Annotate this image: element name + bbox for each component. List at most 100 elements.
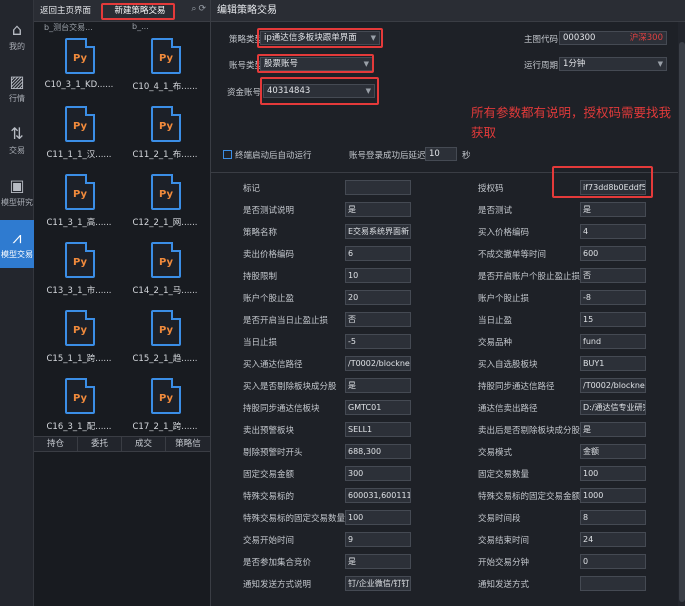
param-row: 特殊交易标的 600031,600111 特殊交易标的固定交易金额 1000 — [211, 484, 677, 506]
param-name: 交易时间段 — [478, 514, 521, 524]
param-value-input[interactable]: 9 — [345, 532, 411, 547]
param-value-input[interactable]: 10 — [345, 268, 411, 283]
annotation-text: 所有参数都有说明，授权码需要找我获取 — [471, 105, 672, 140]
param-name: 是否测试说明 — [243, 206, 295, 216]
python-file-icon: Py — [151, 378, 181, 414]
param-value-input[interactable]: -8 — [580, 290, 646, 305]
param-value-input[interactable]: 0 — [580, 554, 646, 569]
file-item[interactable]: Py C10_3_1_KD...... — [38, 34, 120, 104]
file-item[interactable]: Py C14_2_1_马...... — [124, 238, 206, 308]
param-row: 通知发送方式说明 钉/企业微信/钉钉 通知发送方式 — [211, 572, 677, 594]
param-value-input[interactable]: D:/通达信专业研究 — [580, 400, 646, 415]
file-item[interactable]: Py C15_1_1_跨...... — [38, 306, 120, 376]
nav-model-research-label: 模型研究 — [1, 197, 33, 207]
tab-deals[interactable]: 成交 — [122, 437, 166, 451]
main-code-input[interactable]: 000300 沪深300 — [559, 31, 667, 45]
file-item[interactable]: Py C16_3_1_配...... — [38, 374, 120, 432]
param-value-input[interactable]: SELL1 — [345, 422, 411, 437]
param-value-input[interactable]: 688,300 — [345, 444, 411, 459]
param-value-input[interactable]: 600031,600111 — [345, 488, 411, 503]
refresh-icon[interactable]: ⟳ — [198, 4, 208, 14]
file-item[interactable]: Py C10_4_1_布...... — [124, 34, 206, 104]
param-value-input[interactable]: -5 — [345, 334, 411, 349]
file-name-partial: b_... — [132, 22, 149, 31]
param-value-input[interactable] — [580, 576, 646, 591]
file-item[interactable]: Py C13_3_1_市...... — [38, 238, 120, 308]
file-item[interactable]: Py C17_2_1_跨...... — [124, 374, 206, 432]
file-name: C15_2_1_趋...... — [132, 354, 198, 364]
param-value-input[interactable]: 是 — [580, 422, 646, 437]
param-name: 当日止盈 — [478, 316, 513, 326]
param-row: 买入是否剔除板块成分股是 持股同步通达信路径/T0002/blocknew — [211, 374, 677, 396]
param-value-input[interactable]: 24 — [580, 532, 646, 547]
nav-model-research[interactable]: ▣ 模型研究 — [0, 168, 34, 216]
param-value-input[interactable]: fund — [580, 334, 646, 349]
tab-positions[interactable]: 持仓 — [34, 437, 78, 451]
tab-strategy-info[interactable]: 策略信 — [166, 437, 210, 451]
file-item[interactable]: Py C15_2_1_趋...... — [124, 306, 206, 376]
delay-input[interactable]: 10 — [425, 147, 457, 161]
scroll-thumb[interactable] — [679, 42, 685, 602]
python-file-icon: Py — [65, 310, 95, 346]
param-value-input[interactable] — [345, 180, 411, 195]
exchange-icon: ⇅ — [10, 123, 24, 143]
param-value-input[interactable]: 是 — [345, 202, 411, 217]
scrollbar[interactable] — [678, 22, 685, 606]
file-name: C12_2_1_网...... — [132, 218, 198, 228]
param-name: 当日止损 — [243, 338, 278, 348]
toolbar-icons: ⌕⟳ — [191, 4, 208, 14]
param-row: 策略名称 E交易系统界面新 买入价格编码 4 — [211, 220, 677, 242]
param-row: 买入通达信路径/T0002/blocknew 买入自选股板块 BUY1 — [211, 352, 677, 374]
delay-label: 账号登录成功后延迟 — [349, 151, 426, 161]
param-value-input[interactable]: 钉/企业微信/钉钉 — [345, 576, 411, 591]
param-value-input[interactable]: GMTC01 — [345, 400, 411, 415]
param-name: 特殊交易标的固定交易金额 — [478, 492, 581, 502]
param-value-input[interactable]: 20 — [345, 290, 411, 305]
param-value-input[interactable]: 4 — [580, 224, 646, 239]
picture-icon: ▣ — [9, 175, 25, 195]
main-code-name: 沪深300 — [629, 33, 663, 43]
param-value-input[interactable]: /T0002/blocknew — [580, 378, 646, 393]
file-name: C10_4_1_布...... — [132, 82, 198, 92]
file-item[interactable]: Py C11_1_1_汉...... — [38, 102, 120, 172]
param-value-input[interactable]: 100 — [345, 510, 411, 525]
file-item[interactable]: Py C11_3_1_高...... — [38, 170, 120, 240]
tab-orders[interactable]: 委托 — [78, 437, 122, 451]
param-value-input[interactable]: 金额 — [580, 444, 646, 459]
param-name: 持股同步通达信路径 — [478, 382, 555, 392]
file-item[interactable]: Py C12_2_1_网...... — [124, 170, 206, 240]
param-value-input[interactable]: E交易系统界面新 — [345, 224, 411, 239]
param-value-input[interactable]: 600 — [580, 246, 646, 261]
param-name: 买入自选股板块 — [478, 360, 538, 370]
nav-model-trade-label: 模型交易 — [1, 249, 33, 259]
param-value-input[interactable]: 1000 — [580, 488, 646, 503]
param-value-input[interactable]: 8 — [580, 510, 646, 525]
file-name: C14_2_1_马...... — [132, 286, 198, 296]
tab-back-home[interactable]: 返回主页界面 — [40, 3, 98, 20]
param-value-input[interactable]: 100 — [580, 466, 646, 481]
param-name: 标记 — [243, 184, 261, 194]
autorun-label: 终端启动后自动运行 — [235, 151, 312, 161]
param-name: 买入通达信路径 — [243, 360, 303, 370]
param-value-input[interactable]: 否 — [580, 268, 646, 283]
param-value-input[interactable]: BUY1 — [580, 356, 646, 371]
param-value-input[interactable]: 是 — [345, 378, 411, 393]
nav-mine[interactable]: ⌂ 我的 — [0, 12, 34, 60]
param-value-input[interactable]: 是 — [580, 202, 646, 217]
left-nav: ⌂ 我的 ▨ 行情 ⇅ 交易 ▣ 模型研究 ⩘ 模型交易 — [0, 0, 34, 606]
param-name: 卖出预警板块 — [243, 426, 295, 436]
autorun-checkbox[interactable] — [223, 150, 232, 159]
param-value-input[interactable]: 15 — [580, 312, 646, 327]
param-value-input[interactable]: /T0002/blocknew — [345, 356, 411, 371]
param-value-input[interactable]: 300 — [345, 466, 411, 481]
param-value-input[interactable]: 否 — [345, 312, 411, 327]
param-value-input[interactable]: 是 — [345, 554, 411, 569]
file-item[interactable]: Py C11_2_1_布...... — [124, 102, 206, 172]
file-grid: b_测台交易... b_... Py C10_3_1_KD...... Py C… — [34, 22, 210, 432]
period-select[interactable]: 1分钟 ▼ — [559, 57, 667, 71]
param-value-input[interactable]: 6 — [345, 246, 411, 261]
nav-trade[interactable]: ⇅ 交易 — [0, 116, 34, 164]
nav-model-trade[interactable]: ⩘ 模型交易 — [0, 220, 34, 268]
param-name: 是否开启账户个股止盈止损 — [478, 272, 581, 282]
nav-market[interactable]: ▨ 行情 — [0, 64, 34, 112]
